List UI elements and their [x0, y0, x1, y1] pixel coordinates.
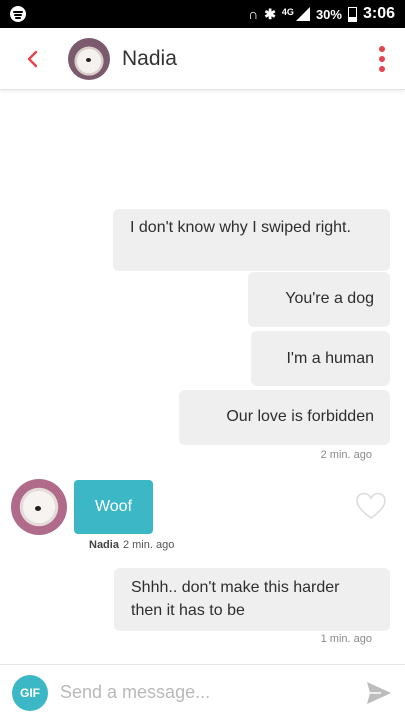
like-heart-icon[interactable] — [356, 492, 386, 520]
spotify-icon — [10, 6, 26, 22]
sent-message[interactable]: Shhh.. don't make this harder then it ha… — [114, 568, 390, 631]
signal-icon — [294, 7, 310, 21]
message-timestamp: 2 min. ago — [320, 449, 372, 461]
message-timestamp: 1 min. ago — [320, 633, 372, 645]
battery-percent: 30% — [315, 6, 342, 22]
more-options-button[interactable] — [375, 45, 389, 72]
menu-dot-icon — [379, 55, 385, 62]
network-type: 4G — [281, 7, 294, 17]
chat-screen: ∩ ✱ 4G 30% 3:06 Nadia I don't know why I… — [0, 0, 405, 720]
chat-header: Nadia — [0, 28, 405, 90]
status-bar: ∩ ✱ 4G 30% 3:06 — [0, 0, 405, 28]
status-left — [10, 6, 26, 22]
sender-avatar[interactable] — [11, 479, 67, 535]
menu-dot-icon — [379, 45, 385, 52]
bluetooth-icon: ✱ — [264, 5, 276, 22]
menu-dot-icon — [379, 65, 385, 72]
received-meta: Nadia 2 min. ago — [89, 539, 174, 551]
gif-button[interactable]: GIF — [12, 674, 48, 711]
status-right: ∩ ✱ 4G 30% 3:06 — [248, 5, 395, 23]
chevron-left-icon — [27, 50, 38, 67]
sent-message[interactable]: You're a dog — [248, 272, 390, 327]
sent-message[interactable]: I don't know why I swiped right. — [113, 209, 390, 271]
contact-avatar[interactable] — [68, 37, 110, 80]
message-composer: GIF — [0, 664, 405, 720]
sent-message[interactable]: Our love is forbidden — [179, 390, 390, 445]
send-icon[interactable] — [365, 679, 393, 707]
sent-message[interactable]: I'm a human — [251, 331, 390, 386]
received-message[interactable]: Woof — [74, 480, 153, 534]
signal-group: 4G — [282, 7, 310, 21]
message-input[interactable] — [60, 682, 340, 703]
message-timestamp: 2 min. ago — [122, 539, 175, 551]
sender-name: Nadia — [89, 539, 119, 551]
clock: 3:06 — [362, 5, 395, 22]
headphones-icon: ∩ — [248, 6, 259, 22]
back-button[interactable] — [10, 36, 56, 82]
battery-icon — [347, 6, 357, 22]
contact-name[interactable]: Nadia — [122, 47, 177, 71]
